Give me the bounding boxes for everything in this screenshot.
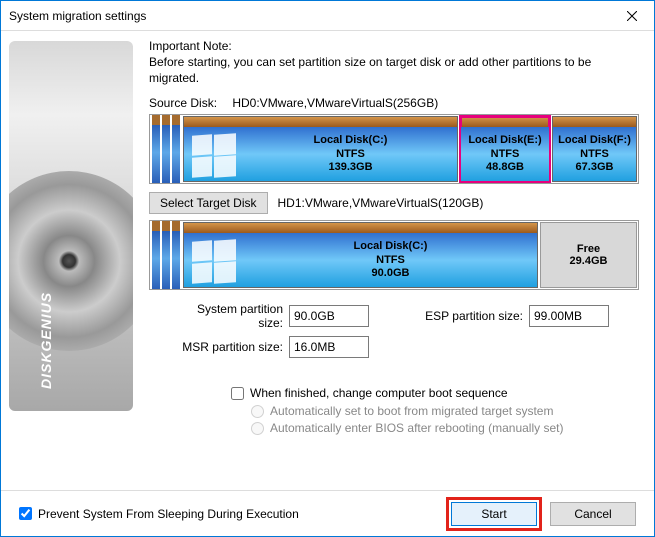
windows-logo-icon	[192, 241, 236, 285]
reserved-stripe	[172, 115, 180, 183]
boot-radio-2	[251, 422, 264, 435]
target-free-space[interactable]: Free 29.4GB	[540, 222, 637, 288]
target-partition-c[interactable]: Local Disk(C:) NTFS 90.0GB	[183, 222, 538, 288]
prevent-sleep-label: Prevent System From Sleeping During Exec…	[38, 507, 299, 521]
close-icon	[627, 11, 637, 21]
window-title: System migration settings	[9, 9, 146, 23]
start-button[interactable]: Start	[451, 502, 537, 526]
esp-size-input[interactable]	[529, 305, 609, 327]
free-label: Free 29.4GB	[570, 243, 608, 267]
reserved-stripe	[162, 221, 170, 289]
msr-size-input[interactable]	[289, 336, 369, 358]
prevent-sleep-checkbox[interactable]	[19, 507, 32, 520]
boot-radio-1	[251, 405, 264, 418]
reserved-stripe	[152, 115, 160, 183]
esp-size-label: ESP partition size:	[419, 309, 529, 323]
windows-logo-icon	[192, 135, 236, 179]
system-size-label: System partition size:	[169, 302, 289, 330]
source-disk-name: HD0:VMware,VMwareVirtualS(256GB)	[232, 96, 438, 110]
boot-radio-1-label: Automatically set to boot from migrated …	[270, 404, 553, 418]
target-disk-name: HD1:VMware,VMwareVirtualS(120GB)	[278, 196, 484, 210]
reserved-stripe	[162, 115, 170, 183]
options-section: When finished, change computer boot sequ…	[149, 386, 639, 435]
system-size-input[interactable]	[289, 305, 369, 327]
target-disk-row: Select Target Disk HD1:VMware,VMwareVirt…	[149, 192, 639, 214]
main-panel: Important Note: Before starting, you can…	[141, 31, 655, 491]
source-partition-f[interactable]: Local Disk(F:) NTFS 67.3GB	[552, 116, 637, 182]
size-fields: System partition size: ESP partition siz…	[149, 302, 639, 358]
target-disk-bar[interactable]: Local Disk(C:) NTFS 90.0GB Free 29.4GB	[149, 220, 639, 290]
brand-label: DISKGENIUS	[38, 292, 54, 389]
titlebar: System migration settings	[1, 1, 654, 31]
msr-size-label: MSR partition size:	[169, 340, 289, 354]
source-disk-row: Source Disk: HD0:VMware,VMwareVirtualS(2…	[149, 96, 639, 110]
boot-radio-2-label: Automatically enter BIOS after rebooting…	[270, 421, 563, 435]
finish-label: When finished, change computer boot sequ…	[250, 386, 508, 400]
start-highlight: Start	[446, 497, 542, 531]
cancel-button[interactable]: Cancel	[550, 502, 636, 526]
note-text: Before starting, you can set partition s…	[149, 55, 639, 86]
content-area: DISKGENIUS Important Note: Before starti…	[1, 31, 654, 491]
source-disk-bar[interactable]: Local Disk(C:) NTFS 139.3GB Local Disk(E…	[149, 114, 639, 184]
reserved-stripe	[152, 221, 160, 289]
sidebar: DISKGENIUS	[1, 31, 141, 491]
partition-label: Local Disk(C:) NTFS 90.0GB	[354, 240, 428, 280]
reserved-stripe	[172, 221, 180, 289]
partition-label: Local Disk(E:) NTFS 48.8GB	[468, 134, 541, 174]
source-partition-e[interactable]: Local Disk(E:) NTFS 48.8GB	[460, 116, 550, 182]
partition-label: Local Disk(C:) NTFS 139.3GB	[314, 134, 388, 174]
close-button[interactable]	[609, 1, 654, 31]
hdd-illustration: DISKGENIUS	[9, 41, 133, 411]
source-partition-c[interactable]: Local Disk(C:) NTFS 139.3GB	[183, 116, 458, 182]
select-target-disk-button[interactable]: Select Target Disk	[149, 192, 268, 214]
source-disk-label: Source Disk:	[149, 96, 229, 110]
note-title: Important Note:	[149, 39, 639, 53]
finish-checkbox[interactable]	[231, 387, 244, 400]
partition-label: Local Disk(F:) NTFS 67.3GB	[558, 134, 631, 174]
footer: Prevent System From Sleeping During Exec…	[1, 490, 654, 536]
